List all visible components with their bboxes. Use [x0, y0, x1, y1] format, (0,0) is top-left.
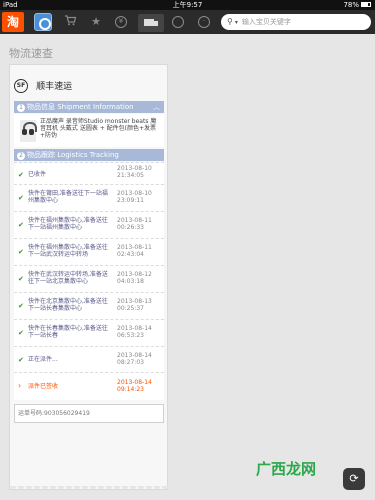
- chevron-down-icon[interactable]: ▾: [235, 19, 238, 26]
- tracking-row: ✔ 已收件 2013-08-10 21:34:05: [14, 162, 164, 184]
- tracking-time: 2013-08-13 00:25:37: [117, 298, 152, 312]
- search-icon: ⚲: [227, 17, 233, 26]
- search-placeholder: 输入宝贝关键字: [241, 18, 291, 26]
- courier-header: SF 顺丰速运: [14, 75, 73, 93]
- shipment-info-title: 物品信息 Shipment Information: [27, 103, 134, 111]
- cart-icon[interactable]: [62, 14, 78, 30]
- tracking-time: 2013-08-14 06:53:23: [117, 325, 152, 339]
- tracking-status: 快件在福州集散中心,准备送往下一站福州集散中心: [28, 217, 108, 231]
- tracking-time: 2013-08-11 02:43:04: [117, 244, 152, 258]
- tracking-status: 快件在莆田,准备送往下一站福州集散中心: [28, 190, 108, 204]
- status-bar: iPad 上午9:57 78%: [0, 0, 375, 10]
- clock: 上午9:57: [172, 1, 203, 9]
- tracking-time: 2013-08-12 04:03:18: [117, 271, 152, 285]
- tracking-time: 2013-08-14 08:27:03: [117, 352, 152, 366]
- tracking-row: ✔ 快件在福州集散中心,准备送往下一站福州集散中心 2013-08-11 00:…: [14, 211, 164, 238]
- taobao-logo[interactable]: 淘: [2, 12, 24, 32]
- check-icon: ✔: [18, 302, 24, 310]
- truck-icon[interactable]: [138, 14, 164, 32]
- check-icon: ✔: [18, 171, 24, 179]
- avatar-icon[interactable]: [34, 13, 52, 31]
- clock-icon[interactable]: ·: [196, 14, 212, 30]
- watermark: 广西龙网: [256, 460, 317, 478]
- search-input[interactable]: ⚲ ▾ 输入宝贝关键字: [221, 14, 371, 30]
- waybill-number: 运单号码:903056029419: [14, 404, 164, 423]
- tracking-time: 2013-08-10 21:34:05: [117, 165, 152, 179]
- tracking-status: 派件已签收: [28, 383, 59, 390]
- check-icon: ✔: [18, 356, 24, 364]
- tracking-status: 快件在武汉转运中转场,准备送往下一站北京集散中心: [28, 271, 108, 285]
- star-icon[interactable]: ★: [88, 14, 104, 30]
- section-number: 1: [17, 104, 25, 112]
- tracking-time: 2013-08-10 23:09:11: [117, 190, 152, 204]
- tracking-time: 2013-08-14 09:14:23: [117, 379, 152, 393]
- product-description: 正品魔声 录音师Studio monster beats 魔音耳机 头戴式 送圆…: [40, 118, 157, 139]
- tracking-row: ✔ 快件在武汉转运中转场,准备送往下一站北京集散中心 2013-08-12 04…: [14, 265, 164, 292]
- card-torn-edge: [9, 486, 168, 494]
- check-icon: ✔: [18, 221, 24, 229]
- tracking-status: 已收件: [28, 171, 47, 178]
- check-icon: ✔: [18, 329, 24, 337]
- tracking-status: 快件在北京集散中心,准备送往下一站长春集散中心: [28, 298, 108, 312]
- tracking-status: 正在派件...: [28, 356, 58, 363]
- tracking-header: 2 物品跟踪 Logistics Tracking: [14, 149, 164, 161]
- tracking-title: 物品跟踪 Logistics Tracking: [27, 151, 119, 159]
- product-thumbnail[interactable]: [20, 120, 37, 142]
- app-toolbar: 淘 ★ ¥ · ⚲ ▾ 输入宝贝关键字: [0, 10, 375, 34]
- page-title: 物流速查: [9, 47, 53, 60]
- battery-percent: 78%: [343, 1, 359, 9]
- tracking-time: 2013-08-11 00:26:33: [117, 217, 152, 231]
- battery-icon: [361, 1, 371, 7]
- tracking-list: ✔ 已收件 2013-08-10 21:34:05 ✔ 快件在莆田,准备送往下一…: [14, 162, 164, 400]
- tracking-status: 快件在长春集散中心,准备送往下一站长春: [28, 325, 108, 339]
- check-icon: ✔: [18, 248, 24, 256]
- tracking-card: SF 顺丰速运 1 物品信息 Shipment Information ︿ 正品魔…: [9, 64, 168, 490]
- collapse-caret-icon[interactable]: ︿: [153, 101, 160, 113]
- tracking-row: ✔ 正在派件... 2013-08-14 08:27:03: [14, 346, 164, 372]
- tracking-row: ✔ 快件在莆田,准备送往下一站福州集散中心 2013-08-10 23:09:1…: [14, 184, 164, 211]
- tracking-row: ✔ 快件在长春集散中心,准备送往下一站长春 2013-08-14 06:53:2…: [14, 319, 164, 346]
- chevron-right-icon: ›: [18, 381, 22, 390]
- battery-indicator: 78%: [343, 0, 371, 10]
- refresh-icon[interactable]: ⟳: [343, 468, 365, 490]
- tracking-status: 快件在福州集散中心,准备送往下一站武汉转运中转场: [28, 244, 108, 258]
- yen-icon[interactable]: ¥: [113, 14, 129, 30]
- product-item[interactable]: 正品魔声 录音师Studio monster beats 魔音耳机 头戴式 送圆…: [14, 114, 164, 147]
- shipment-info-header[interactable]: 1 物品信息 Shipment Information ︿: [14, 101, 164, 113]
- check-icon: ✔: [18, 194, 24, 202]
- tracking-row: ✔ 快件在北京集散中心,准备送往下一站长春集散中心 2013-08-13 00:…: [14, 292, 164, 319]
- check-icon: ✔: [18, 275, 24, 283]
- section-number: 2: [17, 152, 25, 160]
- sf-logo: SF: [14, 78, 28, 93]
- tracking-row-latest: › 派件已签收 2013-08-14 09:14:23: [14, 372, 164, 400]
- tracking-row: ✔ 快件在福州集散中心,准备送往下一站武汉转运中转场 2013-08-11 02…: [14, 238, 164, 265]
- cycle-icon[interactable]: [170, 14, 186, 30]
- courier-name: 顺丰速运: [36, 82, 73, 92]
